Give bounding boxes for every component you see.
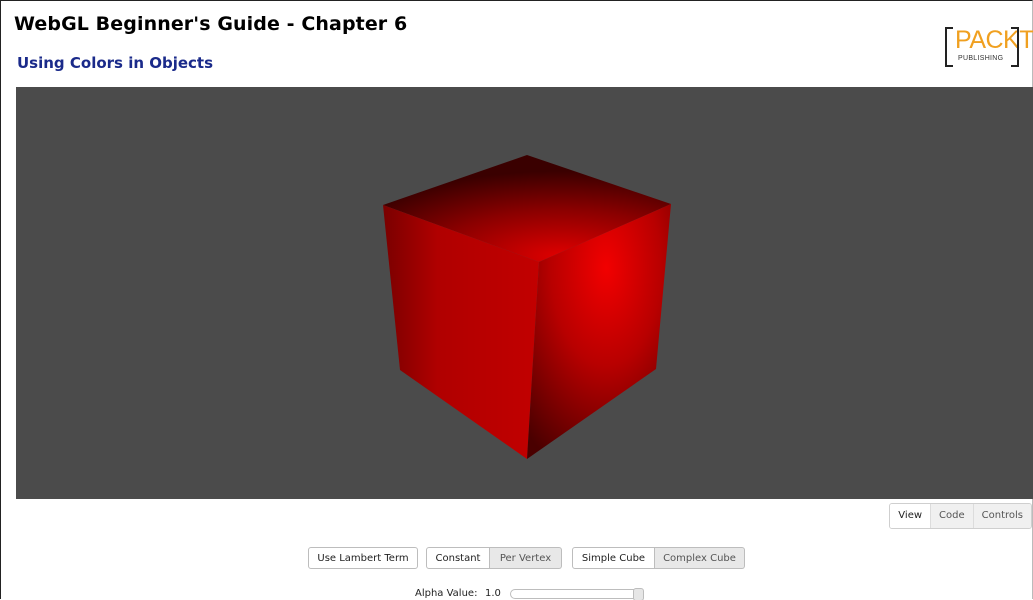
tab-code[interactable]: Code — [930, 504, 973, 528]
per-vertex-color-button[interactable]: Per Vertex — [490, 547, 562, 569]
alpha-value-readout: 1.0 — [485, 588, 501, 599]
tab-view[interactable]: View — [890, 504, 931, 528]
tab-controls[interactable]: Controls — [972, 504, 1031, 528]
page: WebGL Beginner's Guide - Chapter 6 Using… — [0, 0, 1033, 600]
page-subtitle: Using Colors in Objects — [17, 54, 214, 72]
use-lambert-term-button[interactable]: Use Lambert Term — [308, 547, 418, 569]
logo-word: PACKT — [955, 26, 1033, 54]
page-title: WebGL Beginner's Guide - Chapter 6 — [14, 13, 408, 35]
complex-cube-button[interactable]: Complex Cube — [655, 547, 745, 569]
alpha-slider-handle[interactable] — [633, 588, 644, 600]
logo-tagline: PUBLISHING — [958, 55, 1004, 62]
constant-color-button[interactable]: Constant — [426, 547, 490, 569]
webgl-canvas[interactable] — [16, 87, 1033, 499]
cube-render — [383, 155, 671, 459]
packt-logo: PACKT PUBLISHING — [942, 25, 1033, 69]
simple-cube-button[interactable]: Simple Cube — [572, 547, 655, 569]
logo-bracket-left — [945, 27, 953, 67]
alpha-value-label: Alpha Value: — [415, 588, 478, 599]
alpha-slider[interactable] — [510, 588, 644, 600]
logo-bracket-right — [1011, 27, 1019, 67]
view-tabs: View Code Controls — [889, 503, 1032, 529]
